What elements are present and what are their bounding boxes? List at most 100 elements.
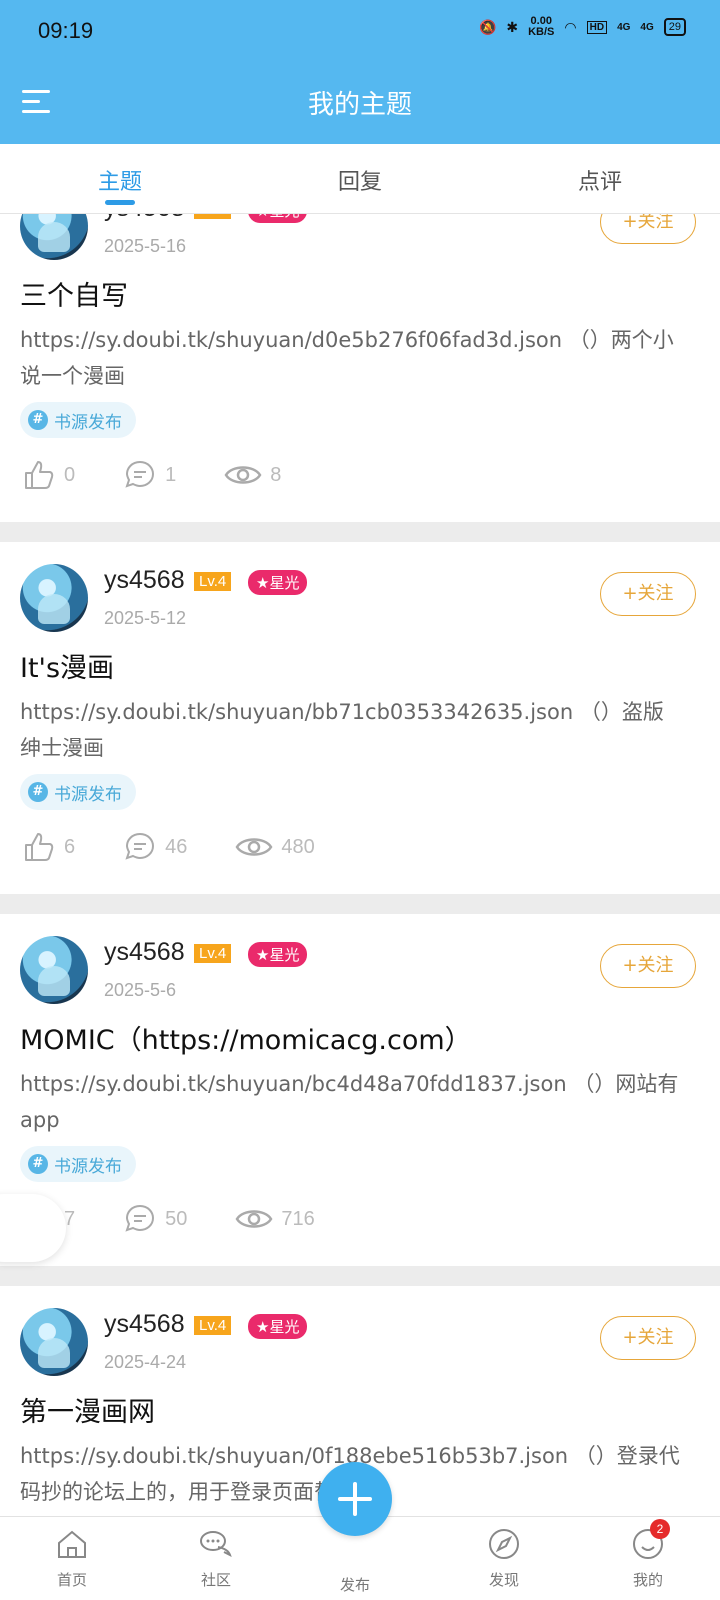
post-card[interactable]: ys4568 Lv.4 ★星光 2025-5-16 +关注 三个自写 https…	[0, 214, 720, 522]
post-stats: 7 50 716	[22, 1202, 363, 1236]
view-stat: 480	[235, 830, 315, 864]
post-username[interactable]: ys4568	[104, 566, 185, 595]
comment-icon	[123, 458, 157, 492]
star-badge: ★星光	[248, 214, 308, 223]
mute-icon: 🔕	[478, 18, 497, 35]
post-tag-label: 书源发布	[54, 784, 122, 805]
nav-community-label: 社区	[200, 1571, 231, 1589]
post-tag[interactable]: # 书源发布	[20, 774, 136, 810]
status-time: 09:19	[38, 18, 94, 43]
like-stat[interactable]: 6	[22, 830, 75, 864]
hd-icon: HD	[586, 20, 608, 34]
avatar[interactable]	[20, 214, 88, 260]
nav-discover-label: 发现	[488, 1571, 519, 1589]
eye-icon	[235, 830, 273, 864]
level-badge: Lv.4	[194, 944, 232, 963]
comment-stat[interactable]: 50	[123, 1202, 187, 1236]
tab-bar: 主题 回复 点评	[0, 144, 720, 214]
post-body[interactable]: https://sy.doubi.tk/shuyuan/bb71cb035334…	[20, 694, 680, 766]
follow-button[interactable]: +关注	[600, 1316, 696, 1360]
comment-stat[interactable]: 46	[123, 830, 187, 864]
post-username[interactable]: ys4568	[104, 214, 185, 223]
post-title[interactable]: MOMIC（https://momicacg.com）	[20, 1018, 472, 1057]
comment-icon	[123, 1202, 157, 1236]
like-stat[interactable]: 0	[22, 458, 75, 492]
tab-reviews[interactable]: 点评	[480, 144, 720, 213]
comment-icon	[123, 830, 157, 864]
signal-icon: 4G	[617, 21, 631, 33]
nav-home[interactable]: 首页	[0, 1517, 144, 1600]
compass-icon	[489, 1529, 519, 1559]
publish-button[interactable]	[318, 1462, 392, 1536]
post-body[interactable]: https://sy.doubi.tk/shuyuan/bc4d48a70fdd…	[20, 1066, 680, 1138]
hashtag-icon: #	[28, 1154, 48, 1174]
star-badge: ★星光	[248, 570, 308, 595]
thumbs-up-icon	[22, 458, 56, 492]
avatar[interactable]	[20, 936, 88, 1004]
eye-icon	[235, 1202, 273, 1236]
thumbs-up-icon	[22, 830, 56, 864]
post-card[interactable]: ys4568 Lv.4 ★星光 2025-5-6 +关注 MOMIC（https…	[0, 914, 720, 1266]
nav-community[interactable]: 社区	[144, 1517, 288, 1600]
home-icon	[58, 1530, 86, 1558]
post-tag-label: 书源发布	[54, 412, 122, 433]
nav-home-label: 首页	[56, 1571, 87, 1589]
follow-button[interactable]: +关注	[600, 214, 696, 244]
wifi-icon: ◠	[564, 18, 577, 35]
view-count: 8	[270, 463, 282, 486]
bluetooth-icon: ✱	[506, 18, 519, 35]
post-date: 2025-5-12	[104, 608, 187, 628]
status-bar: 09:19 🔕 ✱ 0.00 KB/S ◠ HD 4G 4G 29	[0, 0, 720, 60]
avatar[interactable]	[20, 564, 88, 632]
eye-icon	[224, 458, 262, 492]
avatar[interactable]	[20, 1308, 88, 1376]
level-badge: Lv.4	[194, 572, 232, 591]
publish-label: 发布	[339, 1576, 370, 1594]
nav-mine-label: 我的	[632, 1571, 663, 1589]
notification-badge: 2	[650, 1519, 670, 1539]
post-tag[interactable]: # 书源发布	[20, 402, 136, 438]
post-body[interactable]: https://sy.doubi.tk/shuyuan/d0e5b276f06f…	[20, 322, 680, 394]
level-badge: Lv.4	[194, 214, 232, 219]
net-speed: 0.00 KB/S	[528, 15, 555, 38]
comment-count: 50	[165, 1207, 188, 1230]
star-badge: ★星光	[248, 1314, 308, 1339]
status-icons: 🔕 ✱ 0.00 KB/S ◠ HD 4G 4G 29	[479, 16, 686, 38]
tab-topics[interactable]: 主题	[0, 144, 240, 213]
post-stats: 6 46 480	[22, 830, 363, 864]
page-title: 我的主题	[307, 90, 412, 120]
level-badge: Lv.4	[194, 1316, 232, 1335]
follow-button[interactable]: +关注	[600, 944, 696, 988]
nav-discover[interactable]: 发现	[432, 1517, 576, 1600]
post-title[interactable]: 三个自写	[20, 274, 128, 313]
view-stat: 8	[224, 458, 281, 492]
signal-icon-2: 4G	[640, 21, 654, 33]
post-username[interactable]: ys4568	[104, 1310, 185, 1339]
view-stat: 716	[235, 1202, 315, 1236]
battery-icon: 29	[663, 18, 686, 36]
post-username[interactable]: ys4568	[104, 938, 185, 967]
post-title[interactable]: It's漫画	[20, 646, 114, 685]
app-header: 我的主题	[0, 60, 720, 144]
comment-stat[interactable]: 1	[123, 458, 176, 492]
like-count: 6	[64, 835, 76, 858]
view-count: 480	[281, 835, 315, 858]
tab-replies[interactable]: 回复	[240, 144, 480, 213]
post-title[interactable]: 第一漫画网	[20, 1390, 155, 1429]
post-date: 2025-4-24	[104, 1352, 187, 1372]
nav-mine[interactable]: 2 我的	[576, 1517, 720, 1600]
chat-icon	[200, 1531, 232, 1557]
post-tag-label: 书源发布	[54, 1156, 122, 1177]
star-badge: ★星光	[248, 942, 308, 967]
follow-button[interactable]: +关注	[600, 572, 696, 616]
post-tag[interactable]: # 书源发布	[20, 1146, 136, 1182]
hashtag-icon: #	[28, 782, 48, 802]
post-card[interactable]: ys4568 Lv.4 ★星光 2025-5-12 +关注 It's漫画 htt…	[0, 542, 720, 894]
like-count: 0	[64, 463, 76, 486]
floating-side-handle[interactable]	[0, 1194, 66, 1262]
post-date: 2025-5-6	[104, 980, 177, 1000]
hashtag-icon: #	[28, 410, 48, 430]
comment-count: 46	[165, 835, 188, 858]
view-count: 716	[281, 1207, 315, 1230]
post-feed[interactable]: ys4568 Lv.4 ★星光 2025-5-16 +关注 三个自写 https…	[0, 214, 720, 1516]
